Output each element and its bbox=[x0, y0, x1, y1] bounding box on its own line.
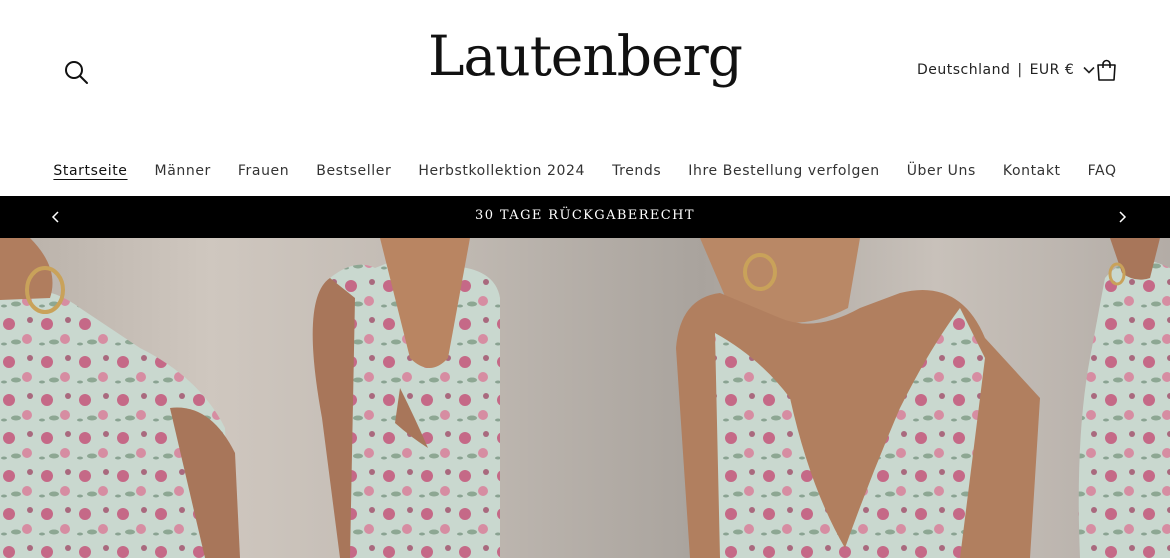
site-header: Lautenberg Deutschland | EUR € Startseit… bbox=[0, 0, 1170, 196]
nav-item-bestseller[interactable]: Bestseller bbox=[316, 163, 391, 179]
nav-item-startseite[interactable]: Startseite bbox=[53, 163, 127, 179]
separator: | bbox=[1017, 62, 1023, 78]
nav-item-kontakt[interactable]: Kontakt bbox=[1003, 163, 1061, 179]
hero-models-illustration bbox=[0, 238, 1170, 558]
nav-item-faq[interactable]: FAQ bbox=[1088, 163, 1117, 179]
country-label: Deutschland bbox=[917, 62, 1011, 78]
nav-item-ueber-uns[interactable]: Über Uns bbox=[907, 163, 976, 179]
chevron-right-icon[interactable] bbox=[1115, 210, 1129, 224]
nav-item-herbstkollektion[interactable]: Herbstkollektion 2024 bbox=[418, 163, 585, 179]
announcement-bar: 30 TAGE RÜCKGABERECHT bbox=[0, 196, 1170, 238]
hero-banner-image[interactable] bbox=[0, 238, 1170, 558]
nav-item-bestellung-verfolgen[interactable]: Ihre Bestellung verfolgen bbox=[688, 163, 879, 179]
country-currency-selector[interactable]: Deutschland | EUR € bbox=[917, 62, 1095, 78]
nav-item-maenner[interactable]: Männer bbox=[155, 163, 211, 179]
nav-item-trends[interactable]: Trends bbox=[612, 163, 661, 179]
main-navigation: Startseite Männer Frauen Bestseller Herb… bbox=[0, 163, 1170, 179]
cart-button[interactable] bbox=[1094, 58, 1119, 83]
nav-item-frauen[interactable]: Frauen bbox=[238, 163, 289, 179]
currency-label: EUR € bbox=[1029, 62, 1075, 78]
cart-icon bbox=[1097, 59, 1116, 81]
announcement-text: 30 TAGE RÜCKGABERECHT bbox=[475, 208, 695, 223]
